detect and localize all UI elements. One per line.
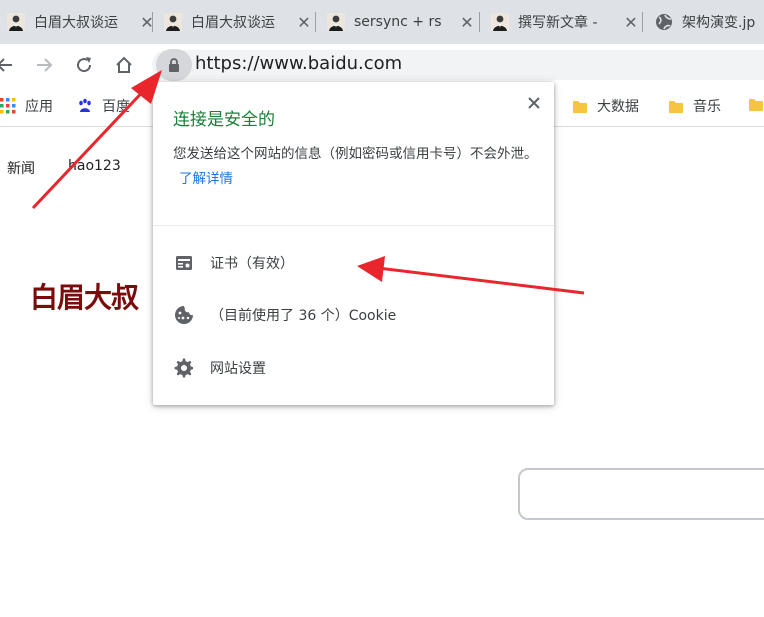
apps-grid-icon xyxy=(0,98,16,114)
arrow-left-icon xyxy=(0,58,12,72)
profile-avatar-icon xyxy=(164,13,182,31)
lock-icon xyxy=(169,58,179,72)
globe-icon xyxy=(656,14,672,30)
tab-title: 白眉大叔谈运 xyxy=(34,15,118,31)
reload-button[interactable] xyxy=(71,52,97,78)
cookie-icon xyxy=(173,304,195,326)
arrow-right-icon xyxy=(37,58,53,72)
bookmark-folder-music[interactable]: 音乐 xyxy=(668,96,721,116)
popup-title: 连接是安全的 xyxy=(173,110,275,130)
gear-icon xyxy=(173,357,195,379)
home-icon xyxy=(116,56,132,73)
learn-more-link[interactable]: 了解详情 xyxy=(179,171,233,187)
cookies-row[interactable]: （目前使用了 36 个）Cookie xyxy=(173,304,396,326)
tab-close-icon[interactable]: ✕ xyxy=(621,13,641,32)
tab-close-icon[interactable]: ✕ xyxy=(457,13,477,32)
back-button[interactable] xyxy=(0,52,18,78)
site-info-button[interactable] xyxy=(156,49,192,81)
tab-3[interactable]: sersync + rs ✕ xyxy=(320,5,483,39)
tab-title: 撰写新文章 - xyxy=(518,15,598,31)
close-icon xyxy=(528,97,540,109)
certificate-icon xyxy=(173,252,195,274)
bookmark-folder-bigdata[interactable]: 大数据 xyxy=(572,96,639,116)
folder-icon xyxy=(669,101,683,113)
home-button[interactable] xyxy=(111,52,137,78)
bookmark-label: 应用 xyxy=(25,99,53,115)
profile-avatar-icon xyxy=(491,13,509,31)
tab-strip: 白眉大叔谈运 ✕ 白眉大叔谈运 ✕ sersync + rs ✕ 撰写新文章 -… xyxy=(0,0,764,44)
certificate-label: 证书（有效） xyxy=(210,256,294,272)
tab-separator xyxy=(315,12,316,32)
bookmark-label: 百度 xyxy=(102,99,130,115)
tab-title: sersync + rs xyxy=(354,14,442,30)
tab-5[interactable]: 架构演变.jp xyxy=(648,5,764,39)
popup-close-button[interactable] xyxy=(523,92,545,114)
cookies-label: （目前使用了 36 个）Cookie xyxy=(210,308,397,324)
nav-link-hao123[interactable]: hao123 xyxy=(68,158,121,174)
bookmark-label: 音乐 xyxy=(693,99,721,115)
folder-icon xyxy=(749,99,763,111)
tab-4[interactable]: 撰写新文章 - ✕ xyxy=(484,5,647,39)
popup-description: 您发送给这个网站的信息（例如密码或信用卡号）不会外泄。了解详情 xyxy=(173,142,543,192)
site-settings-row[interactable]: 网站设置 xyxy=(173,357,266,379)
folder-icon xyxy=(573,101,587,113)
tab-title: 白眉大叔谈运 xyxy=(191,15,275,31)
bookmark-baidu[interactable]: 百度 xyxy=(77,96,130,116)
tab-separator xyxy=(642,12,643,32)
tab-title: 架构演变.jp xyxy=(682,15,756,31)
bookmark-label: 大数据 xyxy=(597,99,639,115)
popup-description-text: 您发送给这个网站的信息（例如密码或信用卡号）不会外泄。 xyxy=(173,146,538,162)
nav-link-news[interactable]: 新闻 xyxy=(7,158,35,178)
tab-close-icon[interactable]: ✕ xyxy=(137,13,157,32)
profile-avatar-icon xyxy=(327,13,345,31)
forward-button[interactable] xyxy=(31,52,57,78)
popup-divider xyxy=(153,225,554,226)
baidu-paw-icon xyxy=(79,98,91,112)
bookmark-folder-overflow[interactable] xyxy=(748,96,764,112)
certificate-row[interactable]: 证书（有效） xyxy=(173,252,294,274)
profile-avatar-icon xyxy=(7,13,25,31)
address-url[interactable]: https://www.baidu.com xyxy=(195,53,402,74)
search-input[interactable] xyxy=(518,468,764,520)
tab-separator xyxy=(479,12,480,32)
tab-1[interactable]: 白眉大叔谈运 ✕ xyxy=(0,5,163,39)
bookmark-apps[interactable]: 应用 xyxy=(0,96,53,116)
tab-2[interactable]: 白眉大叔谈运 ✕ xyxy=(157,5,320,39)
tab-separator xyxy=(152,12,153,32)
watermark-text: 白眉大叔 xyxy=(30,281,139,314)
site-settings-label: 网站设置 xyxy=(210,361,266,377)
reload-icon xyxy=(77,57,92,73)
site-info-popup: 连接是安全的 您发送给这个网站的信息（例如密码或信用卡号）不会外泄。了解详情 证… xyxy=(153,82,554,405)
tab-close-icon[interactable]: ✕ xyxy=(294,13,314,32)
